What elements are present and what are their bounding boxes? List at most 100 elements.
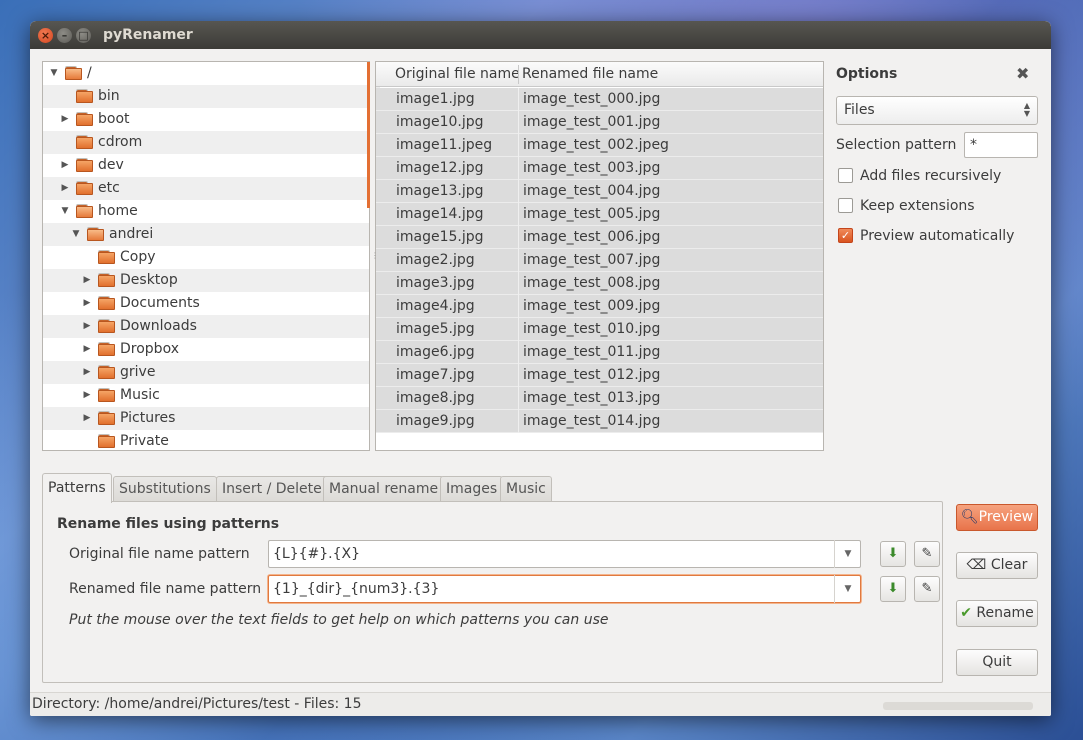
tree-item[interactable]: ▼ andrei xyxy=(43,223,369,246)
expander-closed-icon[interactable]: ▶ xyxy=(82,315,92,338)
table-row[interactable]: image11.jpeg image_test_002.jpeg xyxy=(376,134,823,157)
tree-item-label: dev xyxy=(98,157,124,173)
expander-closed-icon[interactable]: ▶ xyxy=(82,361,92,384)
preview-button[interactable]: 🔍︎Preview xyxy=(956,504,1038,531)
tree-item[interactable]: ▼ home xyxy=(43,200,369,223)
expander-open-icon[interactable]: ▼ xyxy=(71,223,81,246)
quit-button[interactable]: Quit xyxy=(956,649,1038,676)
renamed-pattern-input[interactable]: {1}_{dir}_{num3}.{3} xyxy=(268,575,861,603)
rename-button[interactable]: ✔ Rename xyxy=(956,600,1038,627)
tab-images[interactable]: Images xyxy=(440,476,504,502)
expander-open-icon[interactable]: ▼ xyxy=(60,200,70,223)
checkbox-unchecked-icon[interactable] xyxy=(838,198,853,213)
table-row[interactable]: image9.jpg image_test_014.jpg xyxy=(376,410,823,433)
renamed-name-cell: image_test_010.jpg xyxy=(523,321,661,337)
tree-item[interactable]: ▶ grive xyxy=(43,361,369,384)
original-name-cell: image7.jpg xyxy=(396,367,475,383)
tree-item[interactable]: ▶ Desktop xyxy=(43,269,369,292)
original-name-cell: image4.jpg xyxy=(396,298,475,314)
window-minimize-icon[interactable]: – xyxy=(57,28,72,43)
titlebar[interactable]: × – □ pyRenamer xyxy=(30,21,1051,49)
tree-item[interactable]: cdrom xyxy=(43,131,369,154)
file-type-select[interactable]: Files ▲ ▼ xyxy=(836,96,1038,125)
folder-icon xyxy=(98,434,115,448)
tab-substitutions[interactable]: Substitutions xyxy=(113,476,217,502)
clear-button[interactable]: ⌫ Clear xyxy=(956,552,1038,579)
original-name-cell: image5.jpg xyxy=(396,321,475,337)
tree-item-label: Music xyxy=(120,387,160,403)
table-row[interactable]: image8.jpg image_test_013.jpg xyxy=(376,387,823,410)
tree-item[interactable]: ▼ / xyxy=(43,62,369,85)
tab-music[interactable]: Music xyxy=(500,476,552,502)
expander-closed-icon[interactable]: ▶ xyxy=(60,154,70,177)
folder-icon xyxy=(65,66,82,80)
tab-insert-delete[interactable]: Insert / Delete xyxy=(216,476,328,502)
renamed-name-cell: image_test_000.jpg xyxy=(523,91,661,107)
tree-item[interactable]: ▶ boot xyxy=(43,108,369,131)
tab-manual-rename[interactable]: Manual rename xyxy=(323,476,445,502)
checkbox-unchecked-icon[interactable] xyxy=(838,168,853,183)
table-row[interactable]: image14.jpg image_test_005.jpg xyxy=(376,203,823,226)
table-row[interactable]: image7.jpg image_test_012.jpg xyxy=(376,364,823,387)
save-pattern-icon[interactable]: ⬇ xyxy=(880,541,906,567)
table-row[interactable]: image4.jpg image_test_009.jpg xyxy=(376,295,823,318)
preview-label: Preview xyxy=(978,509,1034,525)
table-row[interactable]: image2.jpg image_test_007.jpg xyxy=(376,249,823,272)
window-maximize-icon[interactable]: □ xyxy=(76,28,91,43)
table-row[interactable]: image15.jpg image_test_006.jpg xyxy=(376,226,823,249)
table-row[interactable]: image13.jpg image_test_004.jpg xyxy=(376,180,823,203)
table-row[interactable]: image12.jpg image_test_003.jpg xyxy=(376,157,823,180)
table-row[interactable]: image10.jpg image_test_001.jpg xyxy=(376,111,823,134)
tab-patterns[interactable]: Patterns xyxy=(42,473,112,503)
folder-icon xyxy=(76,89,93,103)
expander-closed-icon[interactable]: ▶ xyxy=(82,269,92,292)
edit-pattern-icon[interactable]: ✎ xyxy=(914,576,940,602)
expander-closed-icon[interactable]: ▶ xyxy=(60,177,70,200)
renamed-pattern-dropdown-icon[interactable]: ▼ xyxy=(834,575,861,603)
table-row[interactable]: image1.jpg image_test_000.jpg xyxy=(376,88,823,111)
pane-resize-grip[interactable]: ⋮ xyxy=(371,251,379,260)
window-close-icon[interactable]: × xyxy=(38,28,53,43)
tree-item[interactable]: ▶ Dropbox xyxy=(43,338,369,361)
column-original-name[interactable]: Original file name xyxy=(395,62,520,87)
expander-closed-icon[interactable]: ▶ xyxy=(82,384,92,407)
expander-closed-icon[interactable]: ▶ xyxy=(82,407,92,430)
close-icon[interactable]: ✖ xyxy=(1016,64,1029,83)
tree-item[interactable]: Private xyxy=(43,430,369,450)
expander-closed-icon[interactable]: ▶ xyxy=(82,338,92,361)
directory-tree[interactable]: ▼ / bin ▶ boot cdrom ▶ dev ▶ etc ▼ home ▼ andrei Copy ▶… xyxy=(42,61,370,451)
save-pattern-icon[interactable]: ⬇ xyxy=(880,576,906,602)
tree-item[interactable]: ▶ Music xyxy=(43,384,369,407)
selection-pattern-input[interactable]: * xyxy=(964,132,1038,158)
table-row[interactable]: image6.jpg image_test_011.jpg xyxy=(376,341,823,364)
tree-item-label: home xyxy=(98,203,138,219)
tree-item[interactable]: ▶ etc xyxy=(43,177,369,200)
original-pattern-dropdown-icon[interactable]: ▼ xyxy=(834,540,861,568)
folder-icon xyxy=(98,250,115,264)
expander-open-icon[interactable]: ▼ xyxy=(49,62,59,85)
table-row[interactable]: image3.jpg image_test_008.jpg xyxy=(376,272,823,295)
expander-closed-icon[interactable]: ▶ xyxy=(60,108,70,131)
table-row[interactable]: image5.jpg image_test_010.jpg xyxy=(376,318,823,341)
tree-item[interactable]: ▶ Downloads xyxy=(43,315,369,338)
tree-item[interactable]: bin xyxy=(43,85,369,108)
tree-item[interactable]: ▶ Pictures xyxy=(43,407,369,430)
tree-item-label: / xyxy=(87,65,92,81)
cell-separator xyxy=(518,111,519,134)
tree-item[interactable]: ▶ dev xyxy=(43,154,369,177)
edit-pattern-icon[interactable]: ✎ xyxy=(914,541,940,567)
expander-closed-icon[interactable]: ▶ xyxy=(82,292,92,315)
tree-item[interactable]: Copy xyxy=(43,246,369,269)
original-name-cell: image9.jpg xyxy=(396,413,475,429)
original-pattern-input[interactable]: {L}{#}.{X} xyxy=(268,540,861,568)
checkbox-label: Keep extensions xyxy=(860,198,975,214)
original-pattern-label: Original file name pattern xyxy=(69,546,250,562)
file-list[interactable]: Original file name Renamed file name ima… xyxy=(375,61,824,451)
tree-item[interactable]: ▶ Documents xyxy=(43,292,369,315)
tree-scrollbar[interactable] xyxy=(367,62,370,208)
column-separator[interactable] xyxy=(518,65,519,84)
status-text: Directory: /home/andrei/Pictures/test - … xyxy=(32,696,362,712)
renamed-name-cell: image_test_007.jpg xyxy=(523,252,661,268)
checkbox-checked-icon[interactable]: ✓ xyxy=(838,228,853,243)
column-renamed-name[interactable]: Renamed file name xyxy=(522,62,658,87)
